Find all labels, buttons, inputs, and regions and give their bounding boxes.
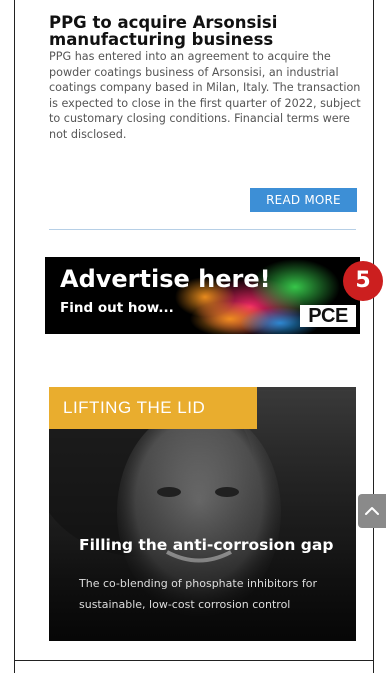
scroll-to-top-button[interactable] — [358, 494, 386, 528]
advert-headline: Advertise here! — [60, 265, 271, 293]
section-divider — [49, 229, 356, 230]
pce-logo: PCE — [300, 305, 356, 327]
frame-left-border — [14, 0, 15, 673]
chevron-up-icon — [365, 507, 379, 515]
feature-category-tag[interactable]: LIFTING THE LID — [49, 387, 257, 429]
frame-bottom-border — [14, 660, 374, 661]
feature-card[interactable]: LIFTING THE LID Filling the anti-corrosi… — [49, 387, 356, 641]
feature-title[interactable]: Filling the anti-corrosion gap — [79, 537, 349, 553]
news-article: PPG to acquire Arsonsisi manufacturing b… — [49, 14, 361, 143]
feature-description: The co-blending of phosphate inhibitors … — [79, 577, 317, 611]
article-title[interactable]: PPG to acquire Arsonsisi manufacturing b… — [49, 14, 361, 48]
advertise-banner[interactable]: Advertise here! Find out how... PCE — [45, 257, 360, 334]
step-number-badge: 5 — [343, 261, 383, 301]
read-more-button[interactable]: READ MORE — [250, 188, 357, 212]
advert-subline: Find out how... — [60, 300, 174, 316]
article-summary: PPG has entered into an agreement to acq… — [49, 50, 361, 141]
frame-right-border — [373, 0, 374, 673]
